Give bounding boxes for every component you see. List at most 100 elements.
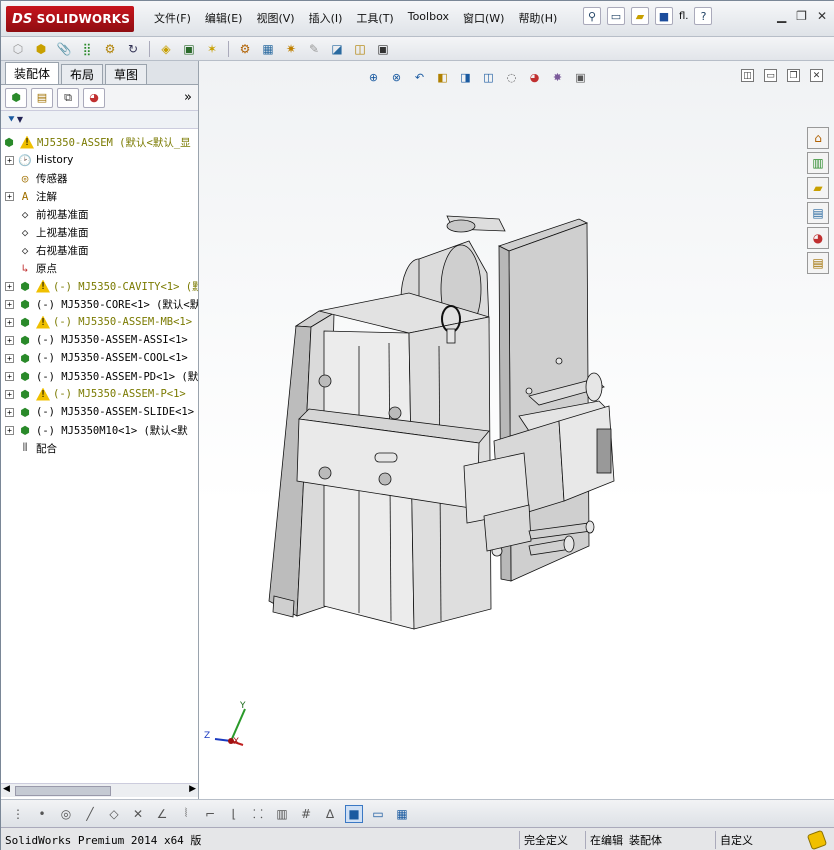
expand-toggle-icon[interactable]: + xyxy=(5,281,14,291)
featuremanager-icon[interactable]: ⬢ xyxy=(5,87,27,108)
relation-icon[interactable]: # xyxy=(297,805,315,823)
menu-view[interactable]: 视图(V) xyxy=(249,10,301,26)
insert-component-icon[interactable]: ⬡ xyxy=(9,40,27,58)
dimension-icon[interactable]: ⸬ xyxy=(249,805,267,823)
smart-fasteners-icon[interactable]: ⚙ xyxy=(101,40,119,58)
expand-toggle-icon[interactable]: + xyxy=(5,299,14,309)
expand-toggle-icon[interactable]: + xyxy=(5,335,14,345)
tree-item[interactable]: + ⬢! (-) MJ5350-ASSEM-MB<1> xyxy=(1,313,198,331)
open-icon[interactable]: ▰ xyxy=(631,7,649,25)
filter-dropdown[interactable]: ▼ xyxy=(17,115,23,124)
filter-icon[interactable]: ⯆ xyxy=(7,113,16,127)
new-motion-study-icon[interactable]: ⚙ xyxy=(236,40,254,58)
tab-sketch[interactable]: 草图 xyxy=(105,64,148,84)
expand-toggle-icon[interactable]: + xyxy=(5,191,14,201)
tree-item[interactable]: + ⬢! (-) MJ5350-CAVITY<1> (默 xyxy=(1,277,198,295)
displaymanager-icon[interactable]: ◕ xyxy=(83,87,105,108)
extend-icon[interactable]: ∠ xyxy=(153,805,171,823)
update-speedpak-icon[interactable]: ◫ xyxy=(351,40,369,58)
close-icon[interactable]: ✕ xyxy=(817,9,827,23)
mate-icon[interactable]: 📎 xyxy=(55,40,73,58)
shaded-icon[interactable]: ■ xyxy=(345,804,363,823)
tab-assembly[interactable]: 装配体 xyxy=(5,62,60,84)
exploded-view-icon[interactable]: ✷ xyxy=(282,40,300,58)
expand-toggle-icon[interactable]: + xyxy=(5,407,14,417)
expand-toggle-icon[interactable]: + xyxy=(5,389,14,399)
menu-window[interactable]: 窗口(W) xyxy=(456,10,511,26)
save-icon[interactable]: ■ xyxy=(655,7,673,25)
tree-item[interactable]: ◇ 前视基准面 xyxy=(1,205,198,223)
tree-item[interactable]: ◎ 传感器 xyxy=(1,169,198,187)
take-snapshot-icon[interactable]: ▣ xyxy=(374,40,392,58)
scrollbar-thumb[interactable] xyxy=(15,786,111,796)
chamfer-icon[interactable]: ⌊ xyxy=(225,805,243,823)
tree-root[interactable]: ⬢ ! MJ5350-ASSEM (默认<默认_显 xyxy=(1,133,198,151)
show-hidden-icon[interactable]: ◈ xyxy=(157,40,175,58)
tree-item[interactable]: + 🕑 History xyxy=(1,151,198,169)
point-icon[interactable]: • xyxy=(33,805,51,823)
tab-layout[interactable]: 布局 xyxy=(61,64,104,84)
circle-icon[interactable]: ◎ xyxy=(57,805,75,823)
expand-toggle-icon[interactable]: + xyxy=(5,353,14,363)
polygon-icon[interactable]: ◇ xyxy=(105,805,123,823)
explode-line-icon[interactable]: ✎ xyxy=(305,40,323,58)
scroll-left-icon[interactable]: ◀ xyxy=(3,784,10,794)
tree-horizontal-scrollbar[interactable]: ◀ ▶ xyxy=(1,783,198,797)
menu-tools[interactable]: 工具(T) xyxy=(349,10,400,26)
graphics-area[interactable]: ⊕ ⊗ ↶ ◧ ◨ ◫ ◌ ◕ ✸ ▣ ◫ ▭ ❐ ✕ ⌂ ▥ ▰ ▤ ◕ ▤ xyxy=(199,61,834,799)
propertymanager-icon[interactable]: ▤ xyxy=(31,87,53,108)
restore-icon[interactable]: ❐ xyxy=(796,9,807,23)
bill-of-materials-icon[interactable]: ▦ xyxy=(259,40,277,58)
table-icon[interactable]: ▦ xyxy=(393,805,411,823)
new-part-icon[interactable]: ⬢ xyxy=(32,40,50,58)
tree-item[interactable]: + ⬢ (-) MJ5350-ASSEM-COOL<1> xyxy=(1,349,198,367)
grid-icon[interactable]: ▥ xyxy=(273,805,291,823)
tree-item[interactable]: + ⬢ (-) MJ5350M10<1> (默认<默 xyxy=(1,421,198,439)
tree-item[interactable]: ⫴ 配合 xyxy=(1,439,198,457)
tree-item[interactable]: ◇ 右视基准面 xyxy=(1,241,198,259)
angle-icon[interactable]: ∆ xyxy=(321,805,339,823)
tree-item[interactable]: + ⬢ (-) MJ5350-ASSEM-SLIDE<1> xyxy=(1,403,198,421)
expand-toggle-icon[interactable]: + xyxy=(5,371,14,381)
line-icon[interactable]: ╱ xyxy=(81,805,99,823)
reference-geometry-icon[interactable]: ✶ xyxy=(203,40,221,58)
menu-file[interactable]: 文件(F) xyxy=(147,10,198,26)
minimize-icon[interactable]: ▁ xyxy=(777,9,786,23)
solidworks-logo[interactable]: DS SOLIDWORKS xyxy=(6,6,134,32)
scroll-right-icon[interactable]: ▶ xyxy=(189,784,196,794)
tree-item[interactable]: + ⬢ (-) MJ5350-ASSEM-ASSI<1> xyxy=(1,331,198,349)
expand-toggle-icon[interactable]: + xyxy=(5,317,14,327)
instant3d-icon[interactable]: ◪ xyxy=(328,40,346,58)
fillet-icon[interactable]: ⌐ xyxy=(201,805,219,823)
tree-item[interactable]: + ⬢! (-) MJ5350-ASSEM-P<1> xyxy=(1,385,198,403)
expand-toggle-icon[interactable]: + xyxy=(5,155,14,165)
tree-filter[interactable]: ⯆ ▼ xyxy=(1,111,198,129)
trim-icon[interactable]: ✕ xyxy=(129,805,147,823)
mold-assembly-model[interactable] xyxy=(199,61,834,799)
units-custom[interactable]: 自定义 xyxy=(715,831,757,849)
tree-item[interactable]: + ⬢ (-) MJ5350-ASSEM-PD<1> (默 xyxy=(1,367,198,385)
linear-pattern-icon[interactable]: ⣿ xyxy=(78,40,96,58)
tree-item[interactable]: + A 注解 xyxy=(1,187,198,205)
status-tag-icon[interactable] xyxy=(806,829,828,850)
configurationmanager-icon[interactable]: ⧉ xyxy=(57,87,79,108)
tree-item[interactable]: ↳ 原点 xyxy=(1,259,198,277)
triad-z-label: Z xyxy=(204,731,211,741)
tree-item[interactable]: ◇ 上视基准面 xyxy=(1,223,198,241)
help-icon[interactable]: ? xyxy=(694,7,713,25)
expand-toggle-icon[interactable]: + xyxy=(5,425,14,435)
menu-insert[interactable]: 插入(I) xyxy=(302,10,350,26)
new-icon[interactable]: ▭ xyxy=(607,7,625,25)
menu-help[interactable]: 帮助(H) xyxy=(511,10,564,26)
mirror-icon[interactable]: ⦚ xyxy=(177,805,195,823)
assembly-features-icon[interactable]: ▣ xyxy=(180,40,198,58)
move-component-icon[interactable]: ↻ xyxy=(124,40,142,58)
menu-toolbox[interactable]: Toolbox xyxy=(401,10,456,26)
rectangle-icon[interactable]: ▭ xyxy=(369,805,387,823)
pushpin-icon[interactable]: ⚲ xyxy=(583,7,601,25)
tree-item[interactable]: + ⬢ (-) MJ5350-CORE<1> (默认<默 xyxy=(1,295,198,313)
menu-edit[interactable]: 编辑(E) xyxy=(198,10,250,26)
more-tabs-icon[interactable]: » xyxy=(184,90,192,105)
feature-tree: ⬢ ! MJ5350-ASSEM (默认<默认_显 + 🕑 History ◎ 传感器 +… xyxy=(1,133,198,761)
quick-misc[interactable]: fl. xyxy=(679,11,688,22)
